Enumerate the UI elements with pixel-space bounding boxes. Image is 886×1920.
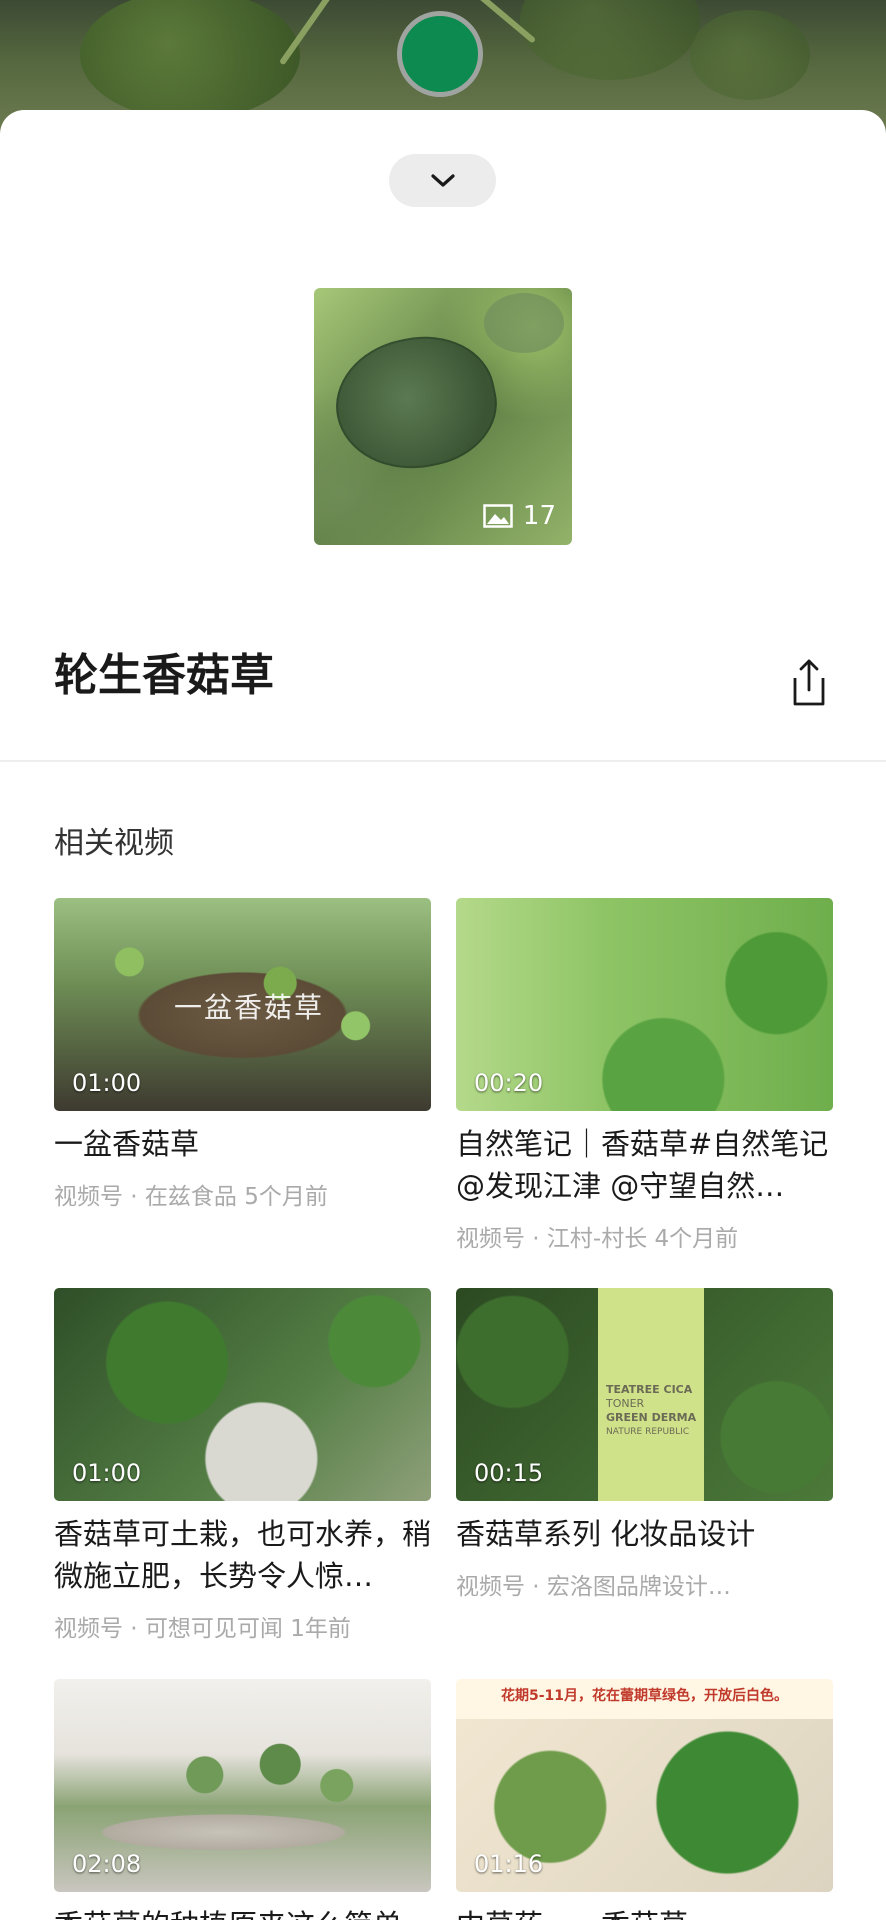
- video-card[interactable]: 一盆香菇草 01:00 一盆香菇草 视频号 · 在兹食品 5个月前: [54, 898, 431, 1211]
- result-sheet: 17 轮生香菇草 相关视频 一盆香菇草 01:00 一盆香菇草 视频号 · 在兹…: [0, 110, 886, 1920]
- video-card[interactable]: TEATREE CICA TONER GREEN DERMA NATURE RE…: [456, 1288, 833, 1601]
- bg-leaf: [520, 0, 700, 80]
- plant-name: 轮生香菇草: [54, 650, 274, 701]
- video-title[interactable]: 香菇草的种植原来这么简单: [54, 1904, 431, 1920]
- video-title[interactable]: 香菇草可土栽，也可水养，稍微施立肥，长势令人惊…: [54, 1513, 431, 1597]
- video-title[interactable]: 中草药——香菇草: [456, 1904, 833, 1920]
- product-label-line: NATURE REPUBLIC: [606, 1427, 690, 1437]
- image-count: 17: [522, 501, 556, 531]
- video-thumbnail[interactable]: 02:08: [54, 1679, 431, 1892]
- video-thumbnail[interactable]: 花期5-11月，花在蕾期草绿色，开放后白色。 01:16: [456, 1679, 833, 1892]
- video-duration: 00:20: [474, 1069, 544, 1097]
- bg-leaf: [690, 10, 810, 100]
- product-label-line: GREEN DERMA: [606, 1411, 697, 1424]
- section-title: 相关视频: [54, 826, 174, 861]
- video-title[interactable]: 一盆香菇草: [54, 1123, 431, 1165]
- thumbnail-banner: 花期5-11月，花在蕾期草绿色，开放后白色。: [500, 1688, 789, 1704]
- image-count-badge: 17: [483, 501, 556, 531]
- video-meta: 视频号 · 宏洛图品牌设计…: [456, 1574, 731, 1600]
- collapse-button[interactable]: [389, 154, 496, 207]
- video-duration: 01:00: [72, 1459, 142, 1487]
- hero-image[interactable]: 17: [314, 288, 572, 545]
- capture-indicator[interactable]: [397, 11, 483, 97]
- video-meta: 视频号 · 可想可见可闻 1年前: [54, 1616, 351, 1642]
- image-icon: [483, 504, 513, 528]
- share-button[interactable]: [786, 658, 832, 708]
- video-card[interactable]: 花期5-11月，花在蕾期草绿色，开放后白色。 01:16 中草药——香菇草: [456, 1679, 833, 1920]
- video-title[interactable]: 香菇草系列 化妆品设计: [456, 1513, 833, 1555]
- product-label: TEATREE CICA TONER GREEN DERMA NATURE RE…: [598, 1383, 704, 1443]
- share-icon: [793, 659, 825, 706]
- chevron-down-icon: [430, 173, 455, 187]
- screen: 17 轮生香菇草 相关视频 一盆香菇草 01:00 一盆香菇草 视频号 · 在兹…: [0, 0, 886, 1920]
- hero-leaf: [484, 293, 564, 353]
- video-duration: 01:16: [474, 1850, 544, 1878]
- video-meta: 视频号 · 江村-村长 4个月前: [456, 1226, 739, 1252]
- video-duration: 01:00: [72, 1069, 142, 1097]
- hero-leaf: [324, 322, 508, 484]
- video-card[interactable]: 02:08 香菇草的种植原来这么简单: [54, 1679, 431, 1920]
- title-row: 轮生香菇草: [54, 654, 274, 698]
- video-duration: 02:08: [72, 1850, 142, 1878]
- product-label-line: TEATREE CICA: [606, 1383, 693, 1396]
- thumbnail-caption: 一盆香菇草: [174, 991, 325, 1024]
- video-thumbnail[interactable]: 01:00: [54, 1288, 431, 1501]
- divider: [0, 760, 886, 762]
- video-thumbnail[interactable]: TEATREE CICA TONER GREEN DERMA NATURE RE…: [456, 1288, 833, 1501]
- video-card[interactable]: 00:20 自然笔记｜香菇草#自然笔记@发现江津 @守望自然… 视频号 · 江村…: [456, 898, 833, 1253]
- product-label-line: TONER: [606, 1397, 645, 1410]
- video-card[interactable]: 01:00 香菇草可土栽，也可水养，稍微施立肥，长势令人惊… 视频号 · 可想可…: [54, 1288, 431, 1643]
- bg-leaf: [80, 0, 300, 120]
- video-thumbnail[interactable]: 一盆香菇草 01:00: [54, 898, 431, 1111]
- video-thumbnail[interactable]: 00:20: [456, 898, 833, 1111]
- video-title[interactable]: 自然笔记｜香菇草#自然笔记@发现江津 @守望自然…: [456, 1123, 833, 1207]
- video-meta: 视频号 · 在兹食品 5个月前: [54, 1184, 328, 1210]
- video-duration: 00:15: [474, 1459, 544, 1487]
